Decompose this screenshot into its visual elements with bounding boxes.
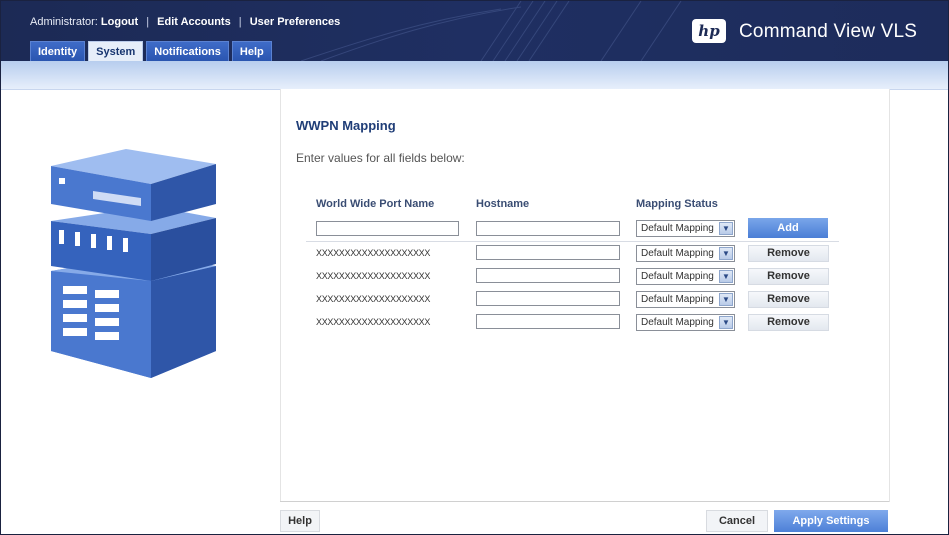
product-name: Command View VLS — [739, 21, 918, 42]
column-header-mapping-status: Mapping Status — [636, 198, 718, 210]
top-links: Administrator: Logout | Edit Accounts | … — [30, 16, 340, 28]
main-tabs: Identity System Notifications Help — [30, 41, 272, 61]
selected-value: Default Mapping — [641, 317, 714, 328]
selected-value: Default Mapping — [641, 248, 714, 259]
tab-system[interactable]: System — [88, 41, 144, 61]
apply-settings-button[interactable]: Apply Settings — [774, 510, 888, 532]
sub-navigation-bar — [1, 61, 948, 90]
app-window: Administrator: Logout | Edit Accounts | … — [0, 0, 949, 535]
divider — [306, 241, 839, 242]
wwpn-value: XXXXXXXXXXXXXXXXXXXX — [316, 271, 431, 281]
remove-button[interactable]: Remove — [748, 245, 829, 262]
logout-link[interactable]: Logout — [101, 16, 138, 28]
selected-value: Default Mapping — [641, 223, 714, 234]
chevron-down-icon: ▼ — [719, 270, 733, 283]
edit-accounts-link[interactable]: Edit Accounts — [157, 16, 231, 28]
new-wwpn-input[interactable] — [316, 221, 459, 236]
wwpn-value: XXXXXXXXXXXXXXXXXXXX — [316, 248, 431, 258]
hostname-input[interactable] — [476, 268, 620, 283]
chevron-down-icon: ▼ — [719, 222, 733, 235]
cancel-button[interactable]: Cancel — [706, 510, 768, 532]
selected-value: Default Mapping — [641, 294, 714, 305]
footer-divider — [280, 501, 889, 502]
hostname-input[interactable] — [476, 291, 620, 306]
wwpn-value: XXXXXXXXXXXXXXXXXXXX — [316, 317, 431, 327]
wwpn-value: XXXXXXXXXXXXXXXXXXXX — [316, 294, 431, 304]
remove-button[interactable]: Remove — [748, 268, 829, 285]
chevron-down-icon: ▼ — [719, 293, 733, 306]
column-header-hostname: Hostname — [476, 198, 530, 210]
separator: | — [238, 16, 242, 28]
instructions-text: Enter values for all fields below: — [296, 151, 465, 165]
user-preferences-link[interactable]: User Preferences — [250, 16, 341, 28]
add-button[interactable]: Add — [748, 218, 828, 238]
tab-help[interactable]: Help — [231, 41, 272, 61]
column-header-wwpn: World Wide Port Name — [316, 198, 435, 210]
hostname-input[interactable] — [476, 245, 620, 260]
help-button[interactable]: Help — [280, 510, 320, 532]
admin-label: Administrator: — [30, 16, 98, 28]
selected-value: Default Mapping — [641, 271, 714, 282]
tab-notifications[interactable]: Notifications — [146, 41, 229, 61]
remove-button[interactable]: Remove — [748, 314, 829, 331]
new-hostname-input[interactable] — [476, 221, 620, 236]
chevron-down-icon: ▼ — [719, 316, 733, 329]
separator: | — [146, 16, 150, 28]
new-mapping-status-select[interactable]: Default Mapping ▼ — [636, 220, 735, 237]
remove-button[interactable]: Remove — [748, 291, 829, 308]
hostname-input[interactable] — [476, 314, 620, 329]
storage-array-icon — [51, 149, 216, 378]
chevron-down-icon: ▼ — [719, 247, 733, 260]
mapping-status-select[interactable]: Default Mapping ▼ — [636, 291, 735, 308]
page-title: WWPN Mapping — [296, 118, 396, 133]
mapping-status-select[interactable]: Default Mapping ▼ — [636, 245, 735, 262]
mapping-status-select[interactable]: Default Mapping ▼ — [636, 268, 735, 285]
mapping-status-select[interactable]: Default Mapping ▼ — [636, 314, 735, 331]
tab-identity[interactable]: Identity — [30, 41, 86, 61]
hp-logo: hp — [692, 19, 726, 43]
header-bar: Administrator: Logout | Edit Accounts | … — [1, 1, 948, 61]
